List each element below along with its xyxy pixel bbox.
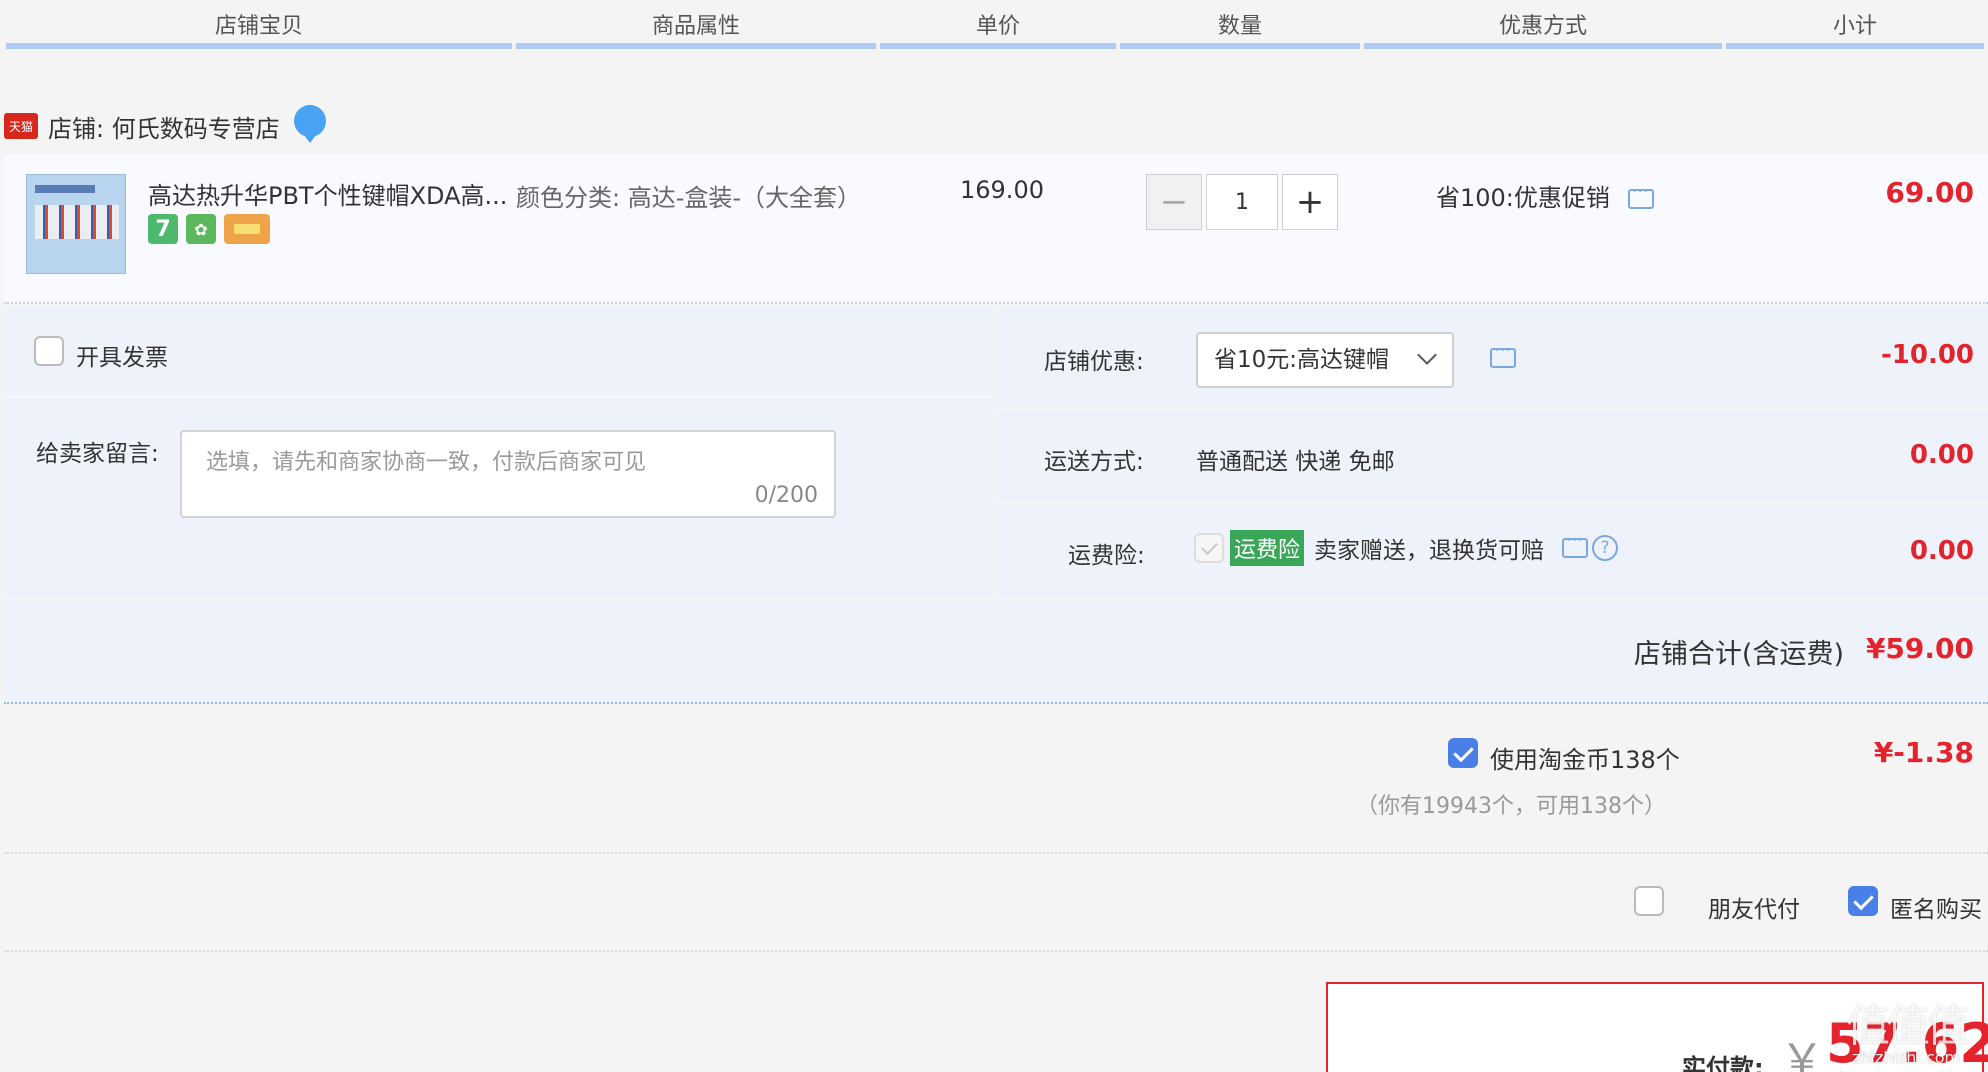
product-attribute: 颜色分类: 高达-盒装-（大全套） — [516, 184, 862, 212]
watermark-logo: 值值值 — [1846, 1001, 1970, 1052]
product-title[interactable]: 高达热升华PBT个性键帽XDA高... — [148, 176, 507, 211]
insurance-chat-icon[interactable] — [1562, 533, 1589, 558]
payment-options-row: 朋友代付 匿名购买 — [4, 856, 1988, 952]
shipping-row: 运送方式: 普通配送 快递 免邮 0.00 — [996, 410, 1988, 502]
promo-info-icon[interactable] — [1627, 184, 1654, 209]
shop-discount-row: 店铺优惠: 省10元:高达键帽 -10.00 — [996, 306, 1988, 408]
shop-total-row: 店铺合计(含运费) ¥59.00 — [4, 600, 1988, 704]
chevron-down-icon — [1417, 345, 1437, 365]
friend-pay-checkbox[interactable] — [1634, 886, 1664, 916]
thumbnail-keycaps — [35, 205, 119, 239]
invoice-row: 开具发票 — [4, 306, 992, 398]
header-col-attr: 商品属性 — [651, 14, 740, 39]
shipping-method: 普通配送 快递 免邮 — [1196, 449, 1395, 475]
promotion-label: 省100:优惠促销 — [1436, 184, 1610, 212]
coins-balance-note: （你有19943个，可用138个） — [1356, 794, 1666, 819]
shop-discount-selected: 省10元:高达键帽 — [1214, 347, 1390, 373]
help-question-icon[interactable]: ? — [1592, 535, 1619, 561]
shop-total-value: ¥59.00 — [1865, 632, 1974, 665]
invoice-checkbox[interactable] — [34, 336, 64, 366]
use-coins-label: 使用淘金币138个 — [1490, 746, 1680, 774]
order-table-header: 店铺宝贝 商品属性 单价 数量 优惠方式 小计 — [0, 0, 1988, 52]
insurance-tag: 运费险 — [1230, 530, 1305, 566]
anonymous-purchase-label: 匿名购买 — [1890, 897, 1982, 923]
header-bar — [1364, 43, 1722, 49]
header-col-price: 单价 — [975, 14, 1020, 39]
site-watermark: 值值值 zhizhizhi.com — [1836, 990, 1976, 1070]
credit-card-icon[interactable] — [224, 214, 270, 244]
insurance-text: 卖家赠送，退换货可赔 — [1314, 538, 1545, 564]
shipping-value: 0.00 — [1909, 440, 1974, 470]
header-bar — [6, 43, 512, 49]
promotion-method: 省100:优惠促销 — [1436, 178, 1654, 213]
header-col-qty: 数量 — [1217, 14, 1262, 39]
seller-message-input[interactable]: 选填，请先和商家协商一致，付款后商家可见 0/200 — [180, 430, 836, 518]
insurance-label: 运费险: — [1068, 543, 1145, 569]
shop-header: 天猫 店铺: 何氏数码专营店 — [4, 105, 326, 146]
coins-discount-value: ¥-1.38 — [1873, 736, 1974, 769]
wangwang-chat-icon[interactable] — [293, 105, 326, 143]
use-coins-checkbox[interactable] — [1448, 738, 1478, 768]
shipping-label: 运送方式: — [1044, 449, 1144, 475]
friend-pay-label: 朋友代付 — [1708, 897, 1800, 923]
shop-discount-label: 店铺优惠: — [1044, 349, 1144, 375]
message-placeholder: 选填，请先和商家协商一致，付款后商家可见 — [206, 450, 647, 475]
order-item-row: 高达热升华PBT个性键帽XDA高... 7 ✿ 颜色分类: 高达-盒装-（大全套… — [4, 154, 1988, 304]
quantity-input[interactable]: 1 — [1206, 174, 1278, 230]
shipping-insurance-row: 运费险: 运费险 卖家赠送，退换货可赔 ? 0.00 — [996, 504, 1988, 598]
shop-name[interactable]: 店铺: 何氏数码专营店 — [48, 109, 280, 144]
order-extras-panel: 开具发票 给卖家留言: 选填，请先和商家协商一致，付款后商家可见 0/200 — [4, 306, 992, 598]
shop-adjustments-panel: 店铺优惠: 省10元:高达键帽 -10.00 运送方式: 普通配送 快递 免邮 … — [996, 306, 1988, 598]
checkout-page: 店铺宝贝 商品属性 单价 数量 优惠方式 小计 天猫 店铺: 何氏数码专营店 高… — [0, 0, 1988, 1072]
thumbnail-banner — [35, 185, 95, 193]
anonymous-purchase-checkbox[interactable] — [1848, 886, 1878, 916]
taojinbi-row: 使用淘金币138个 （你有19943个，可用138个） ¥-1.38 — [4, 706, 1988, 854]
shop-discount-select[interactable]: 省10元:高达键帽 — [1196, 332, 1454, 388]
seller-message-label: 给卖家留言: — [36, 441, 159, 467]
shop-total-label: 店铺合计(含运费) — [1633, 639, 1844, 670]
payment-label: 实付款: — [1682, 1054, 1764, 1072]
header-col-promo: 优惠方式 — [1498, 14, 1587, 39]
quantity-stepper: − 1 + — [1146, 174, 1338, 230]
service-badges: 7 ✿ — [148, 214, 278, 244]
shop-discount-value: -10.00 — [1880, 340, 1974, 370]
watermark-site: zhizhizhi.com — [1851, 1048, 1961, 1067]
item-subtotal: 69.00 — [1885, 176, 1974, 209]
seven-day-return-icon[interactable]: 7 — [148, 214, 178, 244]
insurance-detail: 运费险 卖家赠送，退换货可赔 ? — [1194, 530, 1619, 566]
header-bar — [1120, 43, 1360, 49]
guarantee-icon[interactable]: ✿ — [186, 214, 216, 244]
unit-price: 169.00 — [960, 176, 1044, 204]
header-bar — [516, 43, 876, 49]
tmall-icon: 天猫 — [4, 113, 38, 139]
header-col-subtotal: 小计 — [1832, 14, 1877, 39]
discount-info-icon[interactable] — [1490, 343, 1516, 368]
increase-quantity-button[interactable]: + — [1282, 174, 1338, 230]
header-bar — [880, 43, 1116, 49]
message-char-count: 0/200 — [754, 483, 818, 508]
invoice-label: 开具发票 — [76, 345, 168, 371]
header-bar — [1726, 43, 1984, 49]
insurance-value: 0.00 — [1909, 536, 1974, 566]
header-col-item: 店铺宝贝 — [214, 14, 303, 39]
payment-currency: ￥ — [1780, 1035, 1824, 1072]
product-thumbnail[interactable] — [26, 174, 126, 274]
insurance-checkbox — [1194, 533, 1224, 563]
decrease-quantity-button[interactable]: − — [1146, 174, 1202, 230]
